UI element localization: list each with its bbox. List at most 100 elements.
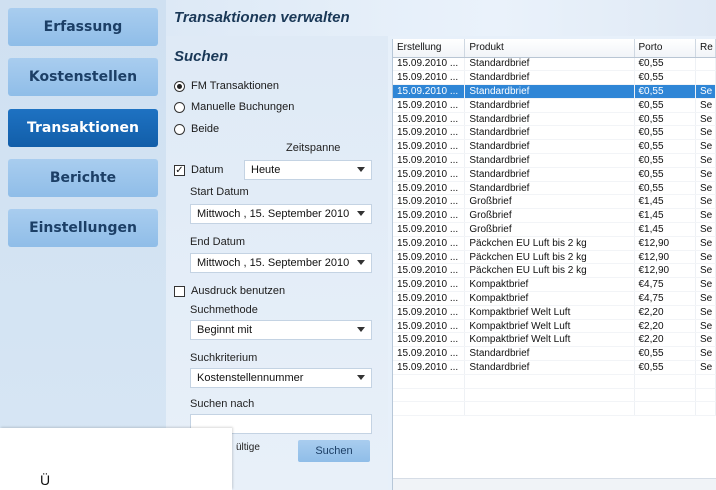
table-row[interactable]: 15.09.2010 ... Standardbrief €0,55 Se <box>393 98 716 113</box>
table-row[interactable]: 15.09.2010 ... Päckchen EU Luft bis 2 kg €… <box>393 236 716 251</box>
table-cell <box>695 57 716 72</box>
table-row[interactable]: 15.09.2010 ... Standardbrief €0,55 Se <box>393 139 716 155</box>
table-cell: Kompaktbrief Welt Luft <box>464 319 635 334</box>
table-row[interactable]: 15.09.2010 ... Standardbrief €0,55 Se <box>393 125 716 141</box>
table-header-row: Erstellung Produkt Porto Re <box>393 39 716 58</box>
table-row[interactable]: 15.09.2010 ... Kompaktbrief €4,75 Se <box>393 291 716 306</box>
table-cell: €0,55 <box>634 84 697 99</box>
ausdruck-checkbox-row[interactable]: Ausdruck benutzen <box>174 285 285 297</box>
table-body: 15.09.2010 ... Standardbrief €0,55 15.09.20… <box>393 57 716 417</box>
table-cell: Standardbrief <box>464 139 635 155</box>
table-cell: Se <box>695 112 716 127</box>
nav-erfassung[interactable]: Erfassung <box>8 8 158 46</box>
table-cell: 15.09.2010 ... <box>393 332 466 348</box>
radio-manuelle-buchungen[interactable]: Manuelle Buchungen <box>174 101 294 113</box>
table-row[interactable]: 15.09.2010 ... Großbrief €1,45 Se <box>393 208 716 224</box>
table-cell: 15.09.2010 ... <box>393 181 466 196</box>
table-cell <box>464 388 635 403</box>
table-cell: 15.09.2010 ... <box>393 236 466 251</box>
table-row[interactable]: 15.09.2010 ... Standardbrief €0,55 Se <box>393 112 716 127</box>
table-cell: Se <box>695 277 716 293</box>
horizontal-scrollbar[interactable] <box>393 478 716 490</box>
table-cell: €0,55 <box>634 112 697 127</box>
table-row[interactable] <box>393 374 716 389</box>
table-cell: €4,75 <box>634 277 697 293</box>
table-row[interactable] <box>393 401 716 417</box>
suchmethode-select[interactable]: Beginnt mit <box>190 320 372 340</box>
datum-checkbox[interactable]: ✓ <box>174 164 185 176</box>
table-row[interactable]: 15.09.2010 ... Standardbrief €0,55 Se <box>393 84 716 99</box>
table-cell: Päckchen EU Luft bis 2 kg <box>464 250 635 265</box>
nav-kostenstellen[interactable]: Kostenstellen <box>8 58 158 96</box>
table-cell: €0,55 <box>634 167 697 182</box>
table-row[interactable]: 15.09.2010 ... Großbrief €1,45 Se <box>393 222 716 237</box>
radio-button[interactable] <box>174 80 185 92</box>
chevron-down-icon <box>357 211 365 216</box>
table-row[interactable] <box>393 388 716 403</box>
table-cell: €1,45 <box>634 222 697 237</box>
table-cell: €0,55 <box>634 346 697 362</box>
nav-einstellungen[interactable]: Einstellungen <box>8 209 158 247</box>
table-cell: €0,55 <box>634 139 697 155</box>
table-cell: Kompaktbrief <box>464 291 635 306</box>
table-cell <box>695 401 716 417</box>
table-row[interactable]: 15.09.2010 ... Standardbrief €0,55 Se <box>393 346 716 362</box>
table-row[interactable]: 15.09.2010 ... Standardbrief €0,55 Se <box>393 181 716 196</box>
table-cell: €0,55 <box>634 360 697 375</box>
table-row[interactable]: 15.09.2010 ... Standardbrief €0,55 <box>393 70 716 86</box>
table-cell: €0,55 <box>634 70 697 86</box>
column-header-re[interactable]: Re <box>695 39 716 58</box>
start-datum-picker[interactable]: Mittwoch , 15. September 2010 <box>190 204 372 224</box>
radio-button[interactable] <box>174 123 185 135</box>
suchkriterium-select[interactable]: Kostenstellennummer <box>190 368 372 388</box>
table-row[interactable]: 15.09.2010 ... Kompaktbrief €4,75 Se <box>393 277 716 293</box>
table-row[interactable]: 15.09.2010 ... Kompaktbrief Welt Luft €2,2… <box>393 332 716 348</box>
radio-beide[interactable]: Beide <box>174 123 219 135</box>
table-cell <box>634 388 697 403</box>
table-cell: Se <box>695 167 716 182</box>
radio-fm-label: FM Transaktionen <box>191 80 280 92</box>
transactions-grid[interactable]: Erstellung Produkt Porto Re 15.09.2010 .… <box>392 39 716 490</box>
table-cell: €0,55 <box>634 98 697 113</box>
table-cell: Standardbrief <box>464 181 635 196</box>
radio-beide-label: Beide <box>191 123 220 135</box>
table-row[interactable]: 15.09.2010 ... Standardbrief €0,55 Se <box>393 153 716 168</box>
datum-select-value: Heute <box>251 164 281 176</box>
table-cell: 15.09.2010 ... <box>393 250 466 265</box>
table-cell <box>634 401 697 417</box>
column-header-produkt[interactable]: Produkt <box>464 39 635 58</box>
ausdruck-checkbox[interactable] <box>174 285 185 297</box>
column-header-porto[interactable]: Porto <box>634 39 697 58</box>
radio-button[interactable] <box>174 101 185 113</box>
radio-fm-transaktionen[interactable]: FM Transaktionen <box>174 80 279 92</box>
table-row[interactable]: 15.09.2010 ... Kompaktbrief Welt Luft €2,2… <box>393 305 716 320</box>
column-header-erstellung[interactable]: Erstellung <box>393 39 466 58</box>
table-row[interactable]: 15.09.2010 ... Standardbrief €0,55 <box>393 57 716 72</box>
table-cell: Großbrief <box>464 194 635 210</box>
chevron-down-icon <box>357 375 365 380</box>
datum-select[interactable]: Heute <box>244 160 372 180</box>
table-cell: 15.09.2010 ... <box>393 360 466 375</box>
main-nav: Erfassung Kostenstellen Transaktionen Be… <box>0 0 166 490</box>
table-cell <box>634 374 697 389</box>
table-row[interactable]: 15.09.2010 ... Kompaktbrief Welt Luft €2,2… <box>393 319 716 334</box>
table-row[interactable]: 15.09.2010 ... Standardbrief €0,55 Se <box>393 167 716 182</box>
nav-transaktionen[interactable]: Transaktionen <box>8 109 158 147</box>
table-row[interactable]: 15.09.2010 ... Großbrief €1,45 Se <box>393 194 716 210</box>
search-button[interactable]: Suchen <box>298 440 370 462</box>
table-cell: Se <box>695 332 716 348</box>
table-cell: Standardbrief <box>464 125 635 141</box>
datum-label: Datum <box>191 164 224 176</box>
table-cell: Se <box>695 305 716 320</box>
page-title: Transaktionen verwalten <box>174 9 350 26</box>
datum-checkbox-row[interactable]: ✓ Datum <box>174 164 223 176</box>
table-cell: €1,45 <box>634 208 697 224</box>
table-row[interactable]: 15.09.2010 ... Standardbrief €0,55 Se <box>393 360 716 375</box>
nav-berichte[interactable]: Berichte <box>8 159 158 197</box>
table-cell: 15.09.2010 ... <box>393 167 466 182</box>
table-cell: Päckchen EU Luft bis 2 kg <box>464 236 635 251</box>
table-cell: Se <box>695 153 716 168</box>
end-datum-picker[interactable]: Mittwoch , 15. September 2010 <box>190 253 372 273</box>
table-row[interactable]: 15.09.2010 ... Päckchen EU Luft bis 2 kg €… <box>393 263 716 279</box>
table-row[interactable]: 15.09.2010 ... Päckchen EU Luft bis 2 kg €… <box>393 250 716 265</box>
